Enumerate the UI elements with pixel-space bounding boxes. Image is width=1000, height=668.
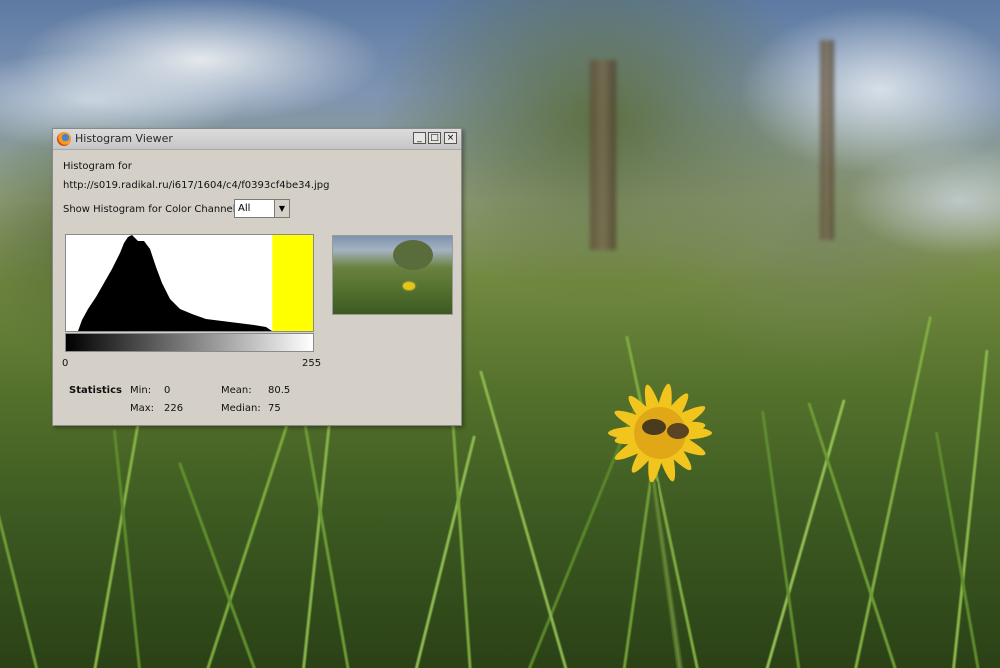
browser-globe-icon: [57, 132, 71, 146]
channel-select-value: All: [238, 203, 251, 214]
chevron-down-icon[interactable]: ▼: [274, 200, 289, 217]
histogram-heading: Histogram for: [63, 161, 132, 172]
window-titlebar[interactable]: Histogram Viewer _ □ ×: [53, 129, 461, 150]
histogram-chart: [65, 234, 314, 332]
tree-trunk: [590, 60, 616, 250]
mean-label: Mean:: [221, 385, 252, 396]
image-url: http://s019.radikal.ru/i617/1604/c4/f039…: [63, 180, 330, 191]
mean-value: 80.5: [268, 385, 291, 396]
median-value: 75: [268, 403, 281, 414]
grayscale-gradient-bar: [65, 333, 314, 352]
max-label: Max:: [130, 403, 155, 414]
dandelion-flower: [608, 383, 712, 483]
dandelion-stem: [650, 479, 685, 668]
median-label: Median:: [221, 403, 261, 414]
histogram-shape: [78, 235, 272, 331]
channel-select[interactable]: All ▼: [234, 199, 290, 218]
min-label: Min:: [130, 385, 152, 396]
statistics-label: Statistics: [69, 385, 122, 396]
thumbnail-flower: [403, 282, 415, 290]
image-thumbnail: [332, 235, 453, 315]
thumbnail-tree: [393, 240, 433, 270]
maximize-button[interactable]: □: [428, 132, 441, 144]
max-value: 226: [164, 403, 184, 414]
window-title: Histogram Viewer: [75, 132, 173, 145]
tree-trunk: [820, 40, 834, 240]
min-value: 0: [164, 385, 171, 396]
histogram-viewer-window[interactable]: Histogram Viewer _ □ × Histogram for htt…: [52, 128, 462, 426]
histogram-selection-highlight[interactable]: [272, 235, 313, 331]
range-min-label: 0: [62, 358, 69, 369]
range-max-label: 255: [302, 358, 322, 369]
close-button[interactable]: ×: [444, 132, 457, 144]
minimize-button[interactable]: _: [413, 132, 426, 144]
histogram-plot: [78, 235, 313, 331]
channel-label: Show Histogram for Color Channel:: [63, 204, 239, 215]
